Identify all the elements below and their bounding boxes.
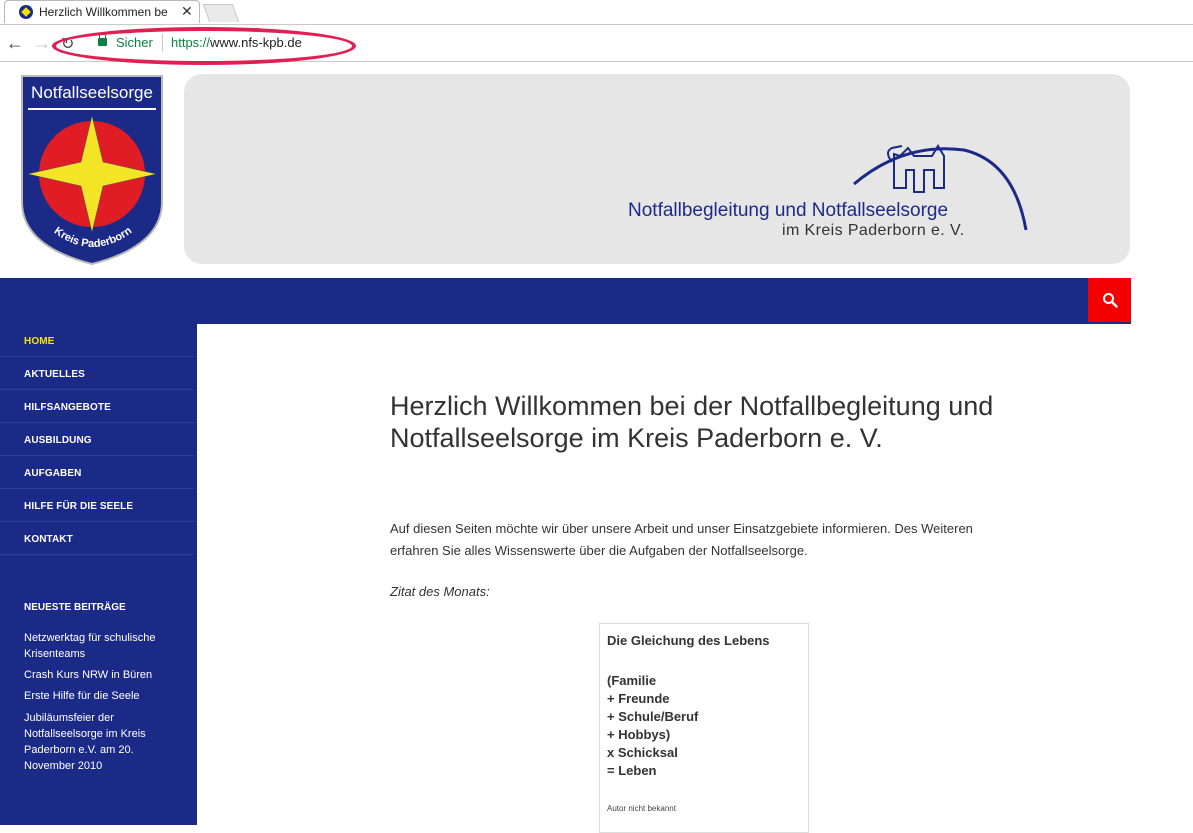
forward-arrow-icon[interactable]: →	[33, 33, 51, 54]
page-title: Herzlich Willkommen bei der Notfallbegle…	[390, 391, 994, 453]
menu-item-label: AKTUELLES	[24, 369, 85, 380]
svg-text:Notfallseelsorge: Notfallseelsorge	[31, 83, 153, 102]
site-logo[interactable]: Notfallseelsorge Kreis Paderborn	[20, 74, 164, 266]
menu-item-kontakt[interactable]: KONTAKT	[0, 522, 194, 555]
intro-paragraph: Auf diesen Seiten möchte wir über unsere…	[390, 521, 973, 558]
tab-bar: Herzlich Willkommen be ✕	[0, 0, 1193, 24]
back-arrow-icon[interactable]: ←	[6, 33, 24, 54]
search-icon	[1103, 293, 1118, 308]
menu-item-label: AUFGABEN	[24, 468, 82, 479]
recent-post-link[interactable]: Erste Hilfe für die Seele	[24, 688, 166, 704]
recent-post-link[interactable]: Crash Kurs NRW in Büren	[24, 667, 166, 683]
menu-item-hilfsangebote[interactable]: HILFSANGEBOTE	[0, 390, 194, 423]
url-highlight-annotation	[52, 27, 356, 65]
header-banner: Notfallbegleitung und Notfallseelsorge i…	[184, 74, 1130, 264]
tab-title: Herzlich Willkommen be	[39, 5, 168, 19]
banner-title: Notfallbegleitung und Notfallseelsorge	[628, 200, 949, 221]
quote-line: x Schicksal	[607, 745, 678, 760]
logo-emblem-icon: Notfallseelsorge Kreis Paderborn	[21, 75, 163, 266]
menu-item-label: HILFE FÜR DIE SEELE	[24, 501, 134, 512]
menu-item-label: HILFSANGEBOTE	[24, 402, 111, 413]
quote-line: = Leben	[607, 763, 657, 778]
menu-item-label: AUSBILDUNG	[24, 435, 92, 446]
menu-item-label: KONTAKT	[24, 534, 73, 545]
menu-item-aufgaben[interactable]: AUFGABEN	[0, 456, 194, 489]
browser-tab[interactable]: Herzlich Willkommen be ✕	[4, 0, 200, 23]
quote-line: + Hobbys)	[607, 727, 671, 742]
quote-line: + Schule/Beruf	[607, 709, 699, 724]
quote-line: (Familie	[607, 673, 657, 688]
menu-item-ausbildung[interactable]: AUSBILDUNG	[0, 423, 194, 456]
quote-line: + Freunde	[607, 691, 670, 706]
sidebar: HOME AKTUELLES HILFSANGEBOTE AUSBILDUNG …	[0, 324, 197, 825]
tab-close-icon[interactable]: ✕	[181, 3, 193, 20]
menu-item-aktuelles[interactable]: AKTUELLES	[0, 357, 194, 390]
new-tab-button[interactable]	[202, 4, 240, 22]
quote-box: Die Gleichung des Lebens (Familie + Freu…	[599, 623, 809, 833]
menu-item-hilfe-fuer-die-seele[interactable]: HILFE FÜR DIE SEELE	[0, 489, 194, 522]
recent-post-link[interactable]: Jubiläumsfeier der Notfallseelsorge im K…	[24, 710, 166, 774]
primary-navbar	[0, 278, 1131, 324]
quote-author: Autor nicht bekannt	[607, 804, 676, 813]
menu-item-home[interactable]: HOME	[0, 324, 194, 357]
menu-item-label: HOME	[24, 336, 55, 347]
banner-subtitle: im Kreis Paderborn e. V.	[782, 222, 965, 239]
quote-label: Zitat des Monats:	[390, 584, 490, 599]
recent-posts-title: NEUESTE BEITRÄGE	[24, 602, 126, 613]
recent-post-link[interactable]: Netzwerktag für schulische Krisenteams	[24, 630, 166, 662]
quote-title: Die Gleichung des Lebens	[607, 633, 770, 648]
favicon-icon	[19, 5, 33, 19]
search-button[interactable]	[1088, 278, 1131, 322]
